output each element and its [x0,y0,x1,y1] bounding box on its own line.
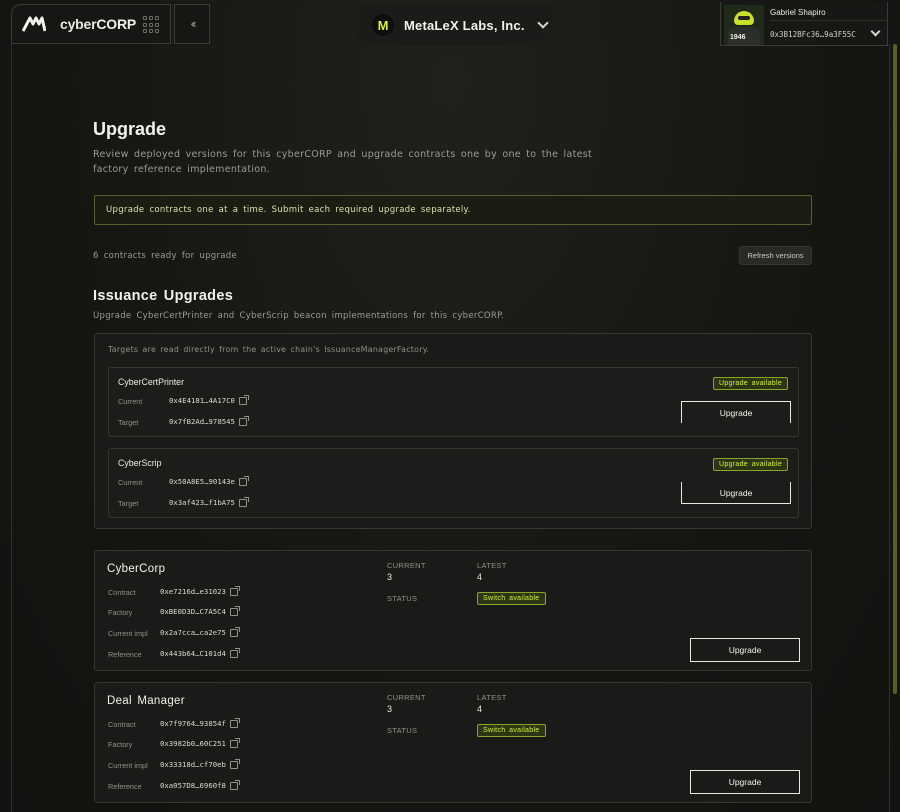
row-label: Factory [108,608,133,617]
latest-version-label: LATEST [477,693,507,702]
issuance-card-cybercertprinter: CyberCertPrinter Upgrade available Curre… [108,367,799,437]
issuance-item-name: CyberScrip [118,458,162,468]
upgrade-button[interactable]: Upgrade [690,770,800,794]
reference-address[interactable]: 0x443b64…C101d4 [160,647,240,658]
current-version-label: CURRENT [387,693,426,702]
status-badge: Upgrade available [713,458,789,471]
latest-version-label: LATEST [477,561,507,570]
upgrade-button[interactable]: Upgrade [681,401,791,423]
status-badge: Switch available [477,592,546,605]
factory-address[interactable]: 0x3982b0…60C251 [160,737,240,748]
contract-title: Deal Manager [107,695,185,707]
current-label: Current [118,397,143,406]
ready-count: 6 contracts ready for upgrade [93,251,238,261]
page-description: Review deployed versions for this cyberC… [93,149,593,175]
user-account-menu[interactable]: 1946 Gabriel Shapiro 0x3B12BFc36…9a3F55C [720,2,888,46]
chevron-down-icon [536,17,549,29]
contract-card-deal-manager: Deal Manager Contract 0x7f9764…93854f Fa… [94,682,812,803]
external-link-icon[interactable] [229,758,240,769]
section-title-issuance: Issuance Upgrades [93,288,234,304]
scrollbar[interactable] [893,44,897,694]
contract-title: CyberCorp [107,563,166,575]
status-label: STATUS [387,594,418,603]
collapse-sidebar-button[interactable]: ‹‹ [174,4,210,44]
contract-address[interactable]: 0x7f9764…93854f [160,717,240,728]
page-title: Upgrade [93,119,167,139]
upgrade-button[interactable]: Upgrade [681,482,791,504]
external-link-icon[interactable] [229,737,240,748]
upgrade-button[interactable]: Upgrade [690,638,800,662]
org-selector[interactable]: M MetaLeX Labs, Inc. [354,4,552,46]
reference-address[interactable]: 0xa057D8…6960f8 [160,779,240,790]
user-wallet-address: 0x3B12BFc36…9a3F55C [770,30,856,39]
frame-left-border [11,44,12,812]
notice-banner: Upgrade contracts one at a time. Submit … [94,195,812,225]
current-impl-address[interactable]: 0x33318d…cf70eb [160,758,240,769]
section-description-issuance: Upgrade CyberCertPrinter and CyberScrip … [93,311,505,321]
target-address[interactable]: 0x7fB2Ad…978545 [169,415,249,426]
contract-address[interactable]: 0xe7216d…e31023 [160,585,240,596]
brand-name: cyberCORP [60,16,137,32]
external-link-icon[interactable] [229,717,240,728]
avatar-number: 1946 [730,34,746,41]
external-link-icon[interactable] [238,394,249,405]
app-root: cyberCORP ‹‹ M MetaLeX Labs, Inc. 1946 G… [0,0,900,812]
row-label: Contract [108,720,136,729]
current-address[interactable]: 0x50A8E5…90143e [169,475,249,486]
current-address[interactable]: 0x4E4181…4A17C0 [169,394,249,405]
factory-address[interactable]: 0xBE0D3D…C7A5C4 [160,605,240,616]
external-link-icon[interactable] [229,647,240,658]
frame-right-border [889,44,890,812]
row-label: Contract [108,588,136,597]
external-link-icon[interactable] [238,475,249,486]
issuance-note: Targets are read directly from the activ… [108,345,430,354]
contract-card-cybercorp: CyberCorp Contract 0xe7216d…e31023 Facto… [94,550,812,671]
avatar: 1946 [724,5,764,45]
notice-text: Upgrade contracts one at a time. Submit … [106,205,471,215]
latest-version: 4 [477,572,483,582]
row-label: Current impl [108,629,148,638]
chevron-down-icon[interactable] [870,26,881,37]
status-badge: Switch available [477,724,546,737]
current-version-label: CURRENT [387,561,426,570]
external-link-icon[interactable] [238,496,249,507]
row-label: Current impl [108,761,148,770]
row-label: Reference [108,650,142,659]
target-address[interactable]: 0x3af423…f1bA75 [169,496,249,507]
current-label: Current [118,478,143,487]
external-link-icon[interactable] [229,605,240,616]
external-link-icon[interactable] [238,415,249,426]
row-label: Factory [108,740,133,749]
current-impl-address[interactable]: 0x2a7cca…ca2e75 [160,626,240,637]
latest-version: 4 [477,704,483,714]
current-version: 3 [387,572,393,582]
apps-grid-icon[interactable] [143,16,161,34]
status-label: STATUS [387,726,418,735]
org-logo: M [372,14,394,36]
target-label: Target [118,499,139,508]
metalex-logo-icon [22,16,46,32]
user-name: Gabriel Shapiro [770,8,826,17]
row-label: Reference [108,782,142,791]
issuance-upgrades-panel: Targets are read directly from the activ… [94,333,812,529]
brand-bar[interactable]: cyberCORP [11,4,171,44]
target-label: Target [118,418,139,427]
collapse-chevron-icon: ‹‹ [190,17,196,31]
issuance-card-cyberscrip: CyberScrip Upgrade available Current 0x5… [108,448,799,518]
org-name: MetaLeX Labs, Inc. [404,17,525,33]
issuance-item-name: CyberCertPrinter [118,377,184,387]
status-badge: Upgrade available [713,377,789,390]
external-link-icon[interactable] [229,585,240,596]
external-link-icon[interactable] [229,626,240,637]
external-link-icon[interactable] [229,779,240,790]
refresh-versions-button[interactable]: Refresh versions [739,246,812,265]
current-version: 3 [387,704,393,714]
